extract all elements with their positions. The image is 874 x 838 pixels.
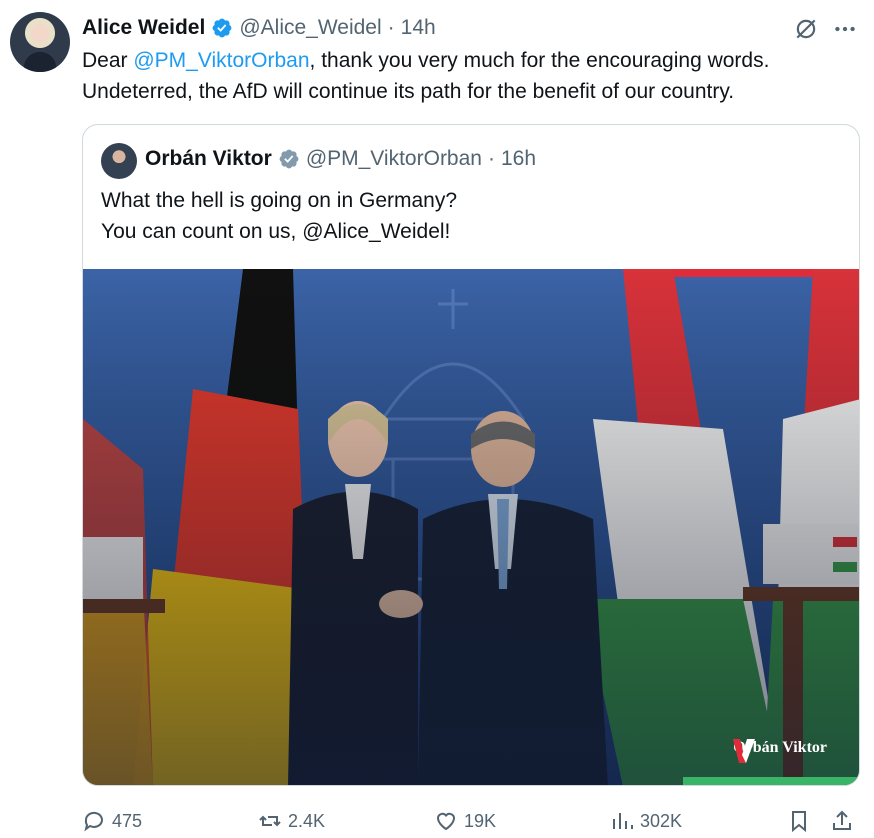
- quoted-tweet[interactable]: Orbán Viktor @PM_ViktorOrban · 16h What …: [82, 124, 860, 786]
- quoted-author-name: Orbán Viktor: [145, 147, 272, 170]
- separator-dot: ·: [487, 147, 495, 170]
- views-icon: [613, 813, 633, 829]
- media-watermark: Orbán Viktor: [733, 739, 827, 763]
- quoted-author-avatar: [101, 143, 137, 179]
- mention-link[interactable]: @PM_ViktorOrban: [133, 49, 309, 72]
- share-button[interactable]: [830, 806, 854, 836]
- like-count: 19K: [464, 810, 497, 831]
- quoted-text-line1: What the hell is going on in Germany?: [101, 189, 458, 212]
- repost-count: 2.4K: [288, 810, 326, 831]
- bookmark-icon: [792, 811, 806, 833]
- author-handle[interactable]: @Alice_Weidel: [239, 16, 381, 40]
- verified-badge-icon: [279, 149, 299, 169]
- tweet-header: Alice Weidel @Alice_Weidel · 14h: [82, 14, 436, 42]
- quoted-header: Orbán Viktor @PM_ViktorOrban · 16h: [145, 147, 536, 171]
- views-button[interactable]: 302K: [610, 806, 682, 836]
- verified-badge-icon: [212, 18, 232, 38]
- press-conference-illustration: [83, 269, 859, 785]
- tweet-text: Dear @PM_ViktorOrban, thank you very muc…: [82, 45, 852, 107]
- like-icon: [436, 812, 456, 831]
- quoted-media-image[interactable]: Orbán Viktor: [83, 269, 859, 785]
- bookmark-button[interactable]: [787, 806, 811, 836]
- quoted-text: What the hell is going on in Germany? Yo…: [101, 185, 841, 247]
- repost-button[interactable]: 2.4K: [258, 806, 325, 836]
- author-name[interactable]: Alice Weidel: [82, 16, 205, 40]
- repost-icon: [259, 815, 281, 827]
- share-icon: [833, 810, 851, 830]
- author-avatar[interactable]: [10, 12, 70, 72]
- tweet-text-prefix: Dear: [82, 49, 134, 72]
- tweet-actions: 475 2.4K 19K 302K: [82, 806, 858, 836]
- separator-dot: ·: [387, 16, 395, 39]
- more-icon[interactable]: [832, 16, 858, 42]
- reply-icon: [84, 811, 103, 832]
- views-count: 302K: [640, 810, 683, 831]
- quoted-author-handle: @PM_ViktorOrban: [305, 147, 482, 170]
- reply-count: 475: [112, 810, 143, 831]
- reply-button[interactable]: 475: [82, 806, 142, 836]
- quoted-timestamp: 16h: [500, 147, 537, 170]
- like-button[interactable]: 19K: [434, 806, 496, 836]
- tweet-timestamp[interactable]: 14h: [401, 16, 436, 40]
- grok-icon[interactable]: [793, 16, 819, 42]
- brand-logo-icon: [733, 739, 756, 763]
- quoted-text-line2: You can count on us, @Alice_Weidel!: [101, 220, 451, 243]
